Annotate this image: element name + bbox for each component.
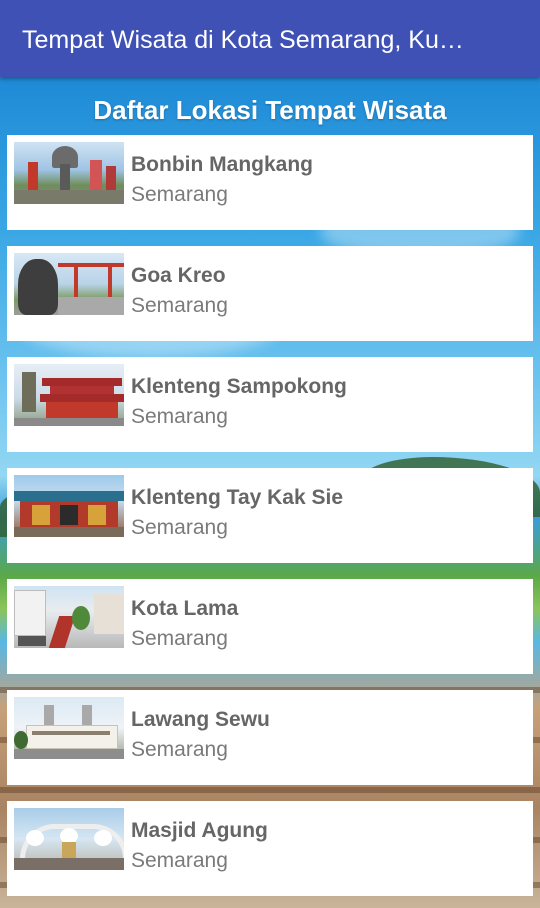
item-city: Semarang xyxy=(131,294,228,317)
bonbin-mangkang-thumbnail xyxy=(14,142,124,204)
item-name: Klenteng Sampokong xyxy=(131,375,347,398)
app-title: Tempat Wisata di Kota Semarang, Ku… xyxy=(22,26,464,54)
list-heading: Daftar Lokasi Tempat Wisata xyxy=(93,95,447,125)
item-city: Semarang xyxy=(131,183,228,206)
masjid-agung-thumbnail xyxy=(14,808,124,870)
item-city: Semarang xyxy=(131,738,228,761)
kota-lama-thumbnail xyxy=(14,586,124,648)
klenteng-tay-kak-sie-thumbnail xyxy=(14,475,124,537)
list-item-masjid-agung[interactable]: Masjid Agung Semarang xyxy=(7,801,533,896)
item-name: Goa Kreo xyxy=(131,264,226,287)
lawang-sewu-thumbnail xyxy=(14,697,124,759)
item-city: Semarang xyxy=(131,405,228,428)
list-item-kota-lama[interactable]: Kota Lama Semarang xyxy=(7,579,533,674)
item-name: Klenteng Tay Kak Sie xyxy=(131,486,344,509)
item-name: Masjid Agung xyxy=(131,819,268,842)
list-item-klenteng-sampokong[interactable]: Klenteng Sampokong Semarang xyxy=(7,357,533,452)
item-name: Lawang Sewu xyxy=(131,708,270,731)
item-city: Semarang xyxy=(131,849,228,872)
list-item-bonbin-mangkang[interactable]: Bonbin Mangkang Semarang xyxy=(7,135,533,230)
list-item-klenteng-tay-kak-sie[interactable]: Klenteng Tay Kak Sie Semarang xyxy=(7,468,533,563)
goa-kreo-thumbnail xyxy=(14,253,124,315)
list-item-lawang-sewu[interactable]: Lawang Sewu Semarang xyxy=(7,690,533,785)
item-name: Bonbin Mangkang xyxy=(131,153,313,176)
klenteng-sampokong-thumbnail xyxy=(14,364,124,426)
list-item-goa-kreo[interactable]: Goa Kreo Semarang xyxy=(7,246,533,341)
item-city: Semarang xyxy=(131,627,228,650)
item-name: Kota Lama xyxy=(131,597,239,620)
item-city: Semarang xyxy=(131,516,228,539)
app-bar: Tempat Wisata di Kota Semarang, Ku… xyxy=(0,0,540,77)
